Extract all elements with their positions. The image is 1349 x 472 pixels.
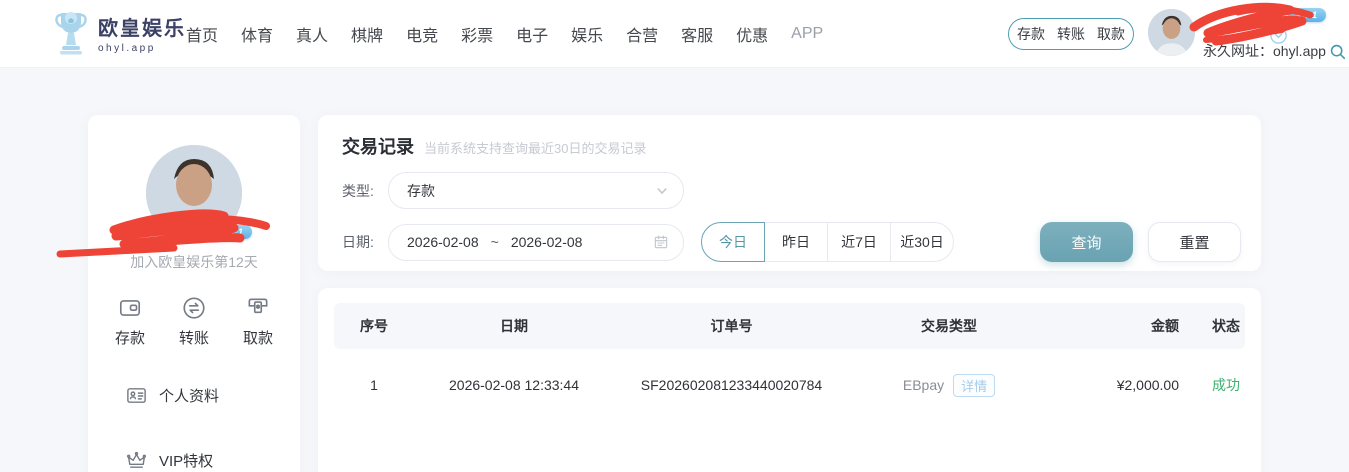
calendar-icon [653, 234, 669, 250]
header-deposit-link[interactable]: 存款 [1017, 24, 1045, 44]
avatar-photo [1148, 9, 1195, 56]
table-header-row: 序号 日期 订单号 交易类型 金额 状态 [334, 303, 1245, 349]
quick-action-label: 转账 [179, 327, 209, 348]
header-transfer-link[interactable]: 转账 [1057, 24, 1085, 44]
permanent-url: 永久网址：ohyl.app [1203, 41, 1346, 61]
transaction-table-card: 序号 日期 订单号 交易类型 金额 状态 1 2026-02-08 12:33:… [318, 288, 1261, 472]
nav-item-app[interactable]: APP [791, 25, 823, 43]
transaction-filter-card: 交易记录 当前系统支持查询最近30日的交易记录 类型: 存款 日期: 2026-… [318, 115, 1261, 271]
status-badge: 成功 [1207, 375, 1245, 395]
crown-icon [125, 449, 148, 472]
nav-item-partner[interactable]: 合营 [626, 22, 658, 46]
quick-range-group: 今日 昨日 近7日 近30日 [701, 222, 954, 262]
sidebar-vip-badge: VIP1 [214, 225, 252, 239]
wallet-icon [117, 295, 143, 321]
header-vip-badge: VIP1 [1288, 8, 1326, 22]
transaction-type: EBpay [903, 377, 944, 393]
nav-item-chess[interactable]: 棋牌 [351, 22, 383, 46]
header-wallet-pill: 存款 转账 取款 [1008, 18, 1134, 50]
date-range-input[interactable]: 2026-02-08 ~ 2026-02-08 [388, 224, 684, 261]
range-30days-button[interactable]: 近30日 [890, 222, 954, 262]
type-select[interactable]: 存款 [388, 172, 684, 209]
brand-logo[interactable]: 欧皇娱乐 ohyl.app [52, 10, 186, 56]
date-to-value: 2026-02-08 [511, 234, 583, 250]
transfer-icon [181, 295, 207, 321]
id-card-icon [125, 384, 148, 407]
quick-action-label: 取款 [243, 327, 273, 348]
main-nav: 首页 体育 真人 棋牌 电竞 彩票 电子 娱乐 合营 客服 优惠 APP [186, 0, 823, 68]
nav-item-lottery[interactable]: 彩票 [461, 22, 493, 46]
sidebar-deposit-button[interactable]: 存款 [115, 295, 145, 348]
cell-index: 1 [334, 377, 414, 393]
col-header-index: 序号 [334, 316, 414, 336]
page-subtitle: 当前系统支持查询最近30日的交易记录 [424, 138, 646, 157]
menu-item-label: 个人资料 [159, 385, 219, 406]
search-button[interactable]: 查询 [1040, 222, 1133, 262]
profile-sidebar: VIP1 加入欧皇娱乐第12天 存款 转账 [88, 115, 300, 472]
nav-item-entertainment[interactable]: 娱乐 [571, 22, 603, 46]
sidebar-transfer-button[interactable]: 转账 [179, 295, 209, 348]
cell-order-no: SF202602081233440020784 [614, 377, 849, 393]
type-select-value: 存款 [407, 181, 655, 201]
col-header-order: 订单号 [614, 316, 849, 336]
sidebar-item-vip[interactable]: VIP特权 [88, 449, 300, 472]
header-withdraw-link[interactable]: 取款 [1097, 24, 1125, 44]
nav-item-service[interactable]: 客服 [681, 22, 713, 46]
top-navbar: 欧皇娱乐 ohyl.app 首页 体育 真人 棋牌 电竞 彩票 电子 娱乐 合营… [0, 0, 1349, 68]
cell-date: 2026-02-08 12:33:44 [414, 377, 614, 393]
nav-item-slots[interactable]: 电子 [516, 22, 548, 46]
table-row: 1 2026-02-08 12:33:44 SF2026020812334400… [334, 357, 1245, 413]
range-today-button[interactable]: 今日 [701, 222, 765, 262]
nav-item-promo[interactable]: 优惠 [736, 22, 768, 46]
reset-button[interactable]: 重置 [1148, 222, 1241, 262]
menu-item-label: VIP特权 [159, 450, 213, 471]
col-header-type: 交易类型 [849, 316, 1049, 336]
join-days-text: 加入欧皇娱乐第12天 [88, 252, 300, 272]
brand-name: 欧皇娱乐 [98, 12, 186, 41]
nav-item-esports[interactable]: 电竞 [406, 22, 438, 46]
detail-link[interactable]: 详情 [953, 374, 995, 397]
quick-actions-row: 存款 转账 取款 [88, 295, 300, 348]
type-label: 类型: [342, 181, 388, 201]
date-separator: ~ [491, 234, 499, 250]
search-icon[interactable] [1329, 43, 1346, 60]
header-avatar[interactable] [1148, 9, 1195, 56]
col-header-date: 日期 [414, 316, 614, 336]
chevron-down-icon [655, 184, 669, 198]
cell-type: EBpay 详情 [849, 374, 1049, 397]
col-header-amount: 金额 [1049, 316, 1207, 336]
date-label: 日期: [342, 232, 388, 252]
page-title: 交易记录 [342, 133, 414, 159]
nav-item-sports[interactable]: 体育 [241, 22, 273, 46]
nav-item-live[interactable]: 真人 [296, 22, 328, 46]
nav-item-home[interactable]: 首页 [186, 22, 218, 46]
date-from-value: 2026-02-08 [407, 234, 479, 250]
permanent-url-text: 永久网址：ohyl.app [1203, 41, 1326, 61]
range-7days-button[interactable]: 近7日 [827, 222, 891, 262]
cell-amount: ¥2,000.00 [1049, 377, 1207, 393]
withdraw-icon [245, 295, 271, 321]
trophy-logo-icon [52, 10, 90, 56]
sidebar-item-profile[interactable]: 个人资料 [88, 384, 300, 407]
sidebar-withdraw-button[interactable]: 取款 [243, 295, 273, 348]
quick-action-label: 存款 [115, 327, 145, 348]
range-yesterday-button[interactable]: 昨日 [764, 222, 828, 262]
col-header-status: 状态 [1207, 316, 1245, 336]
brand-domain: ohyl.app [98, 43, 186, 54]
